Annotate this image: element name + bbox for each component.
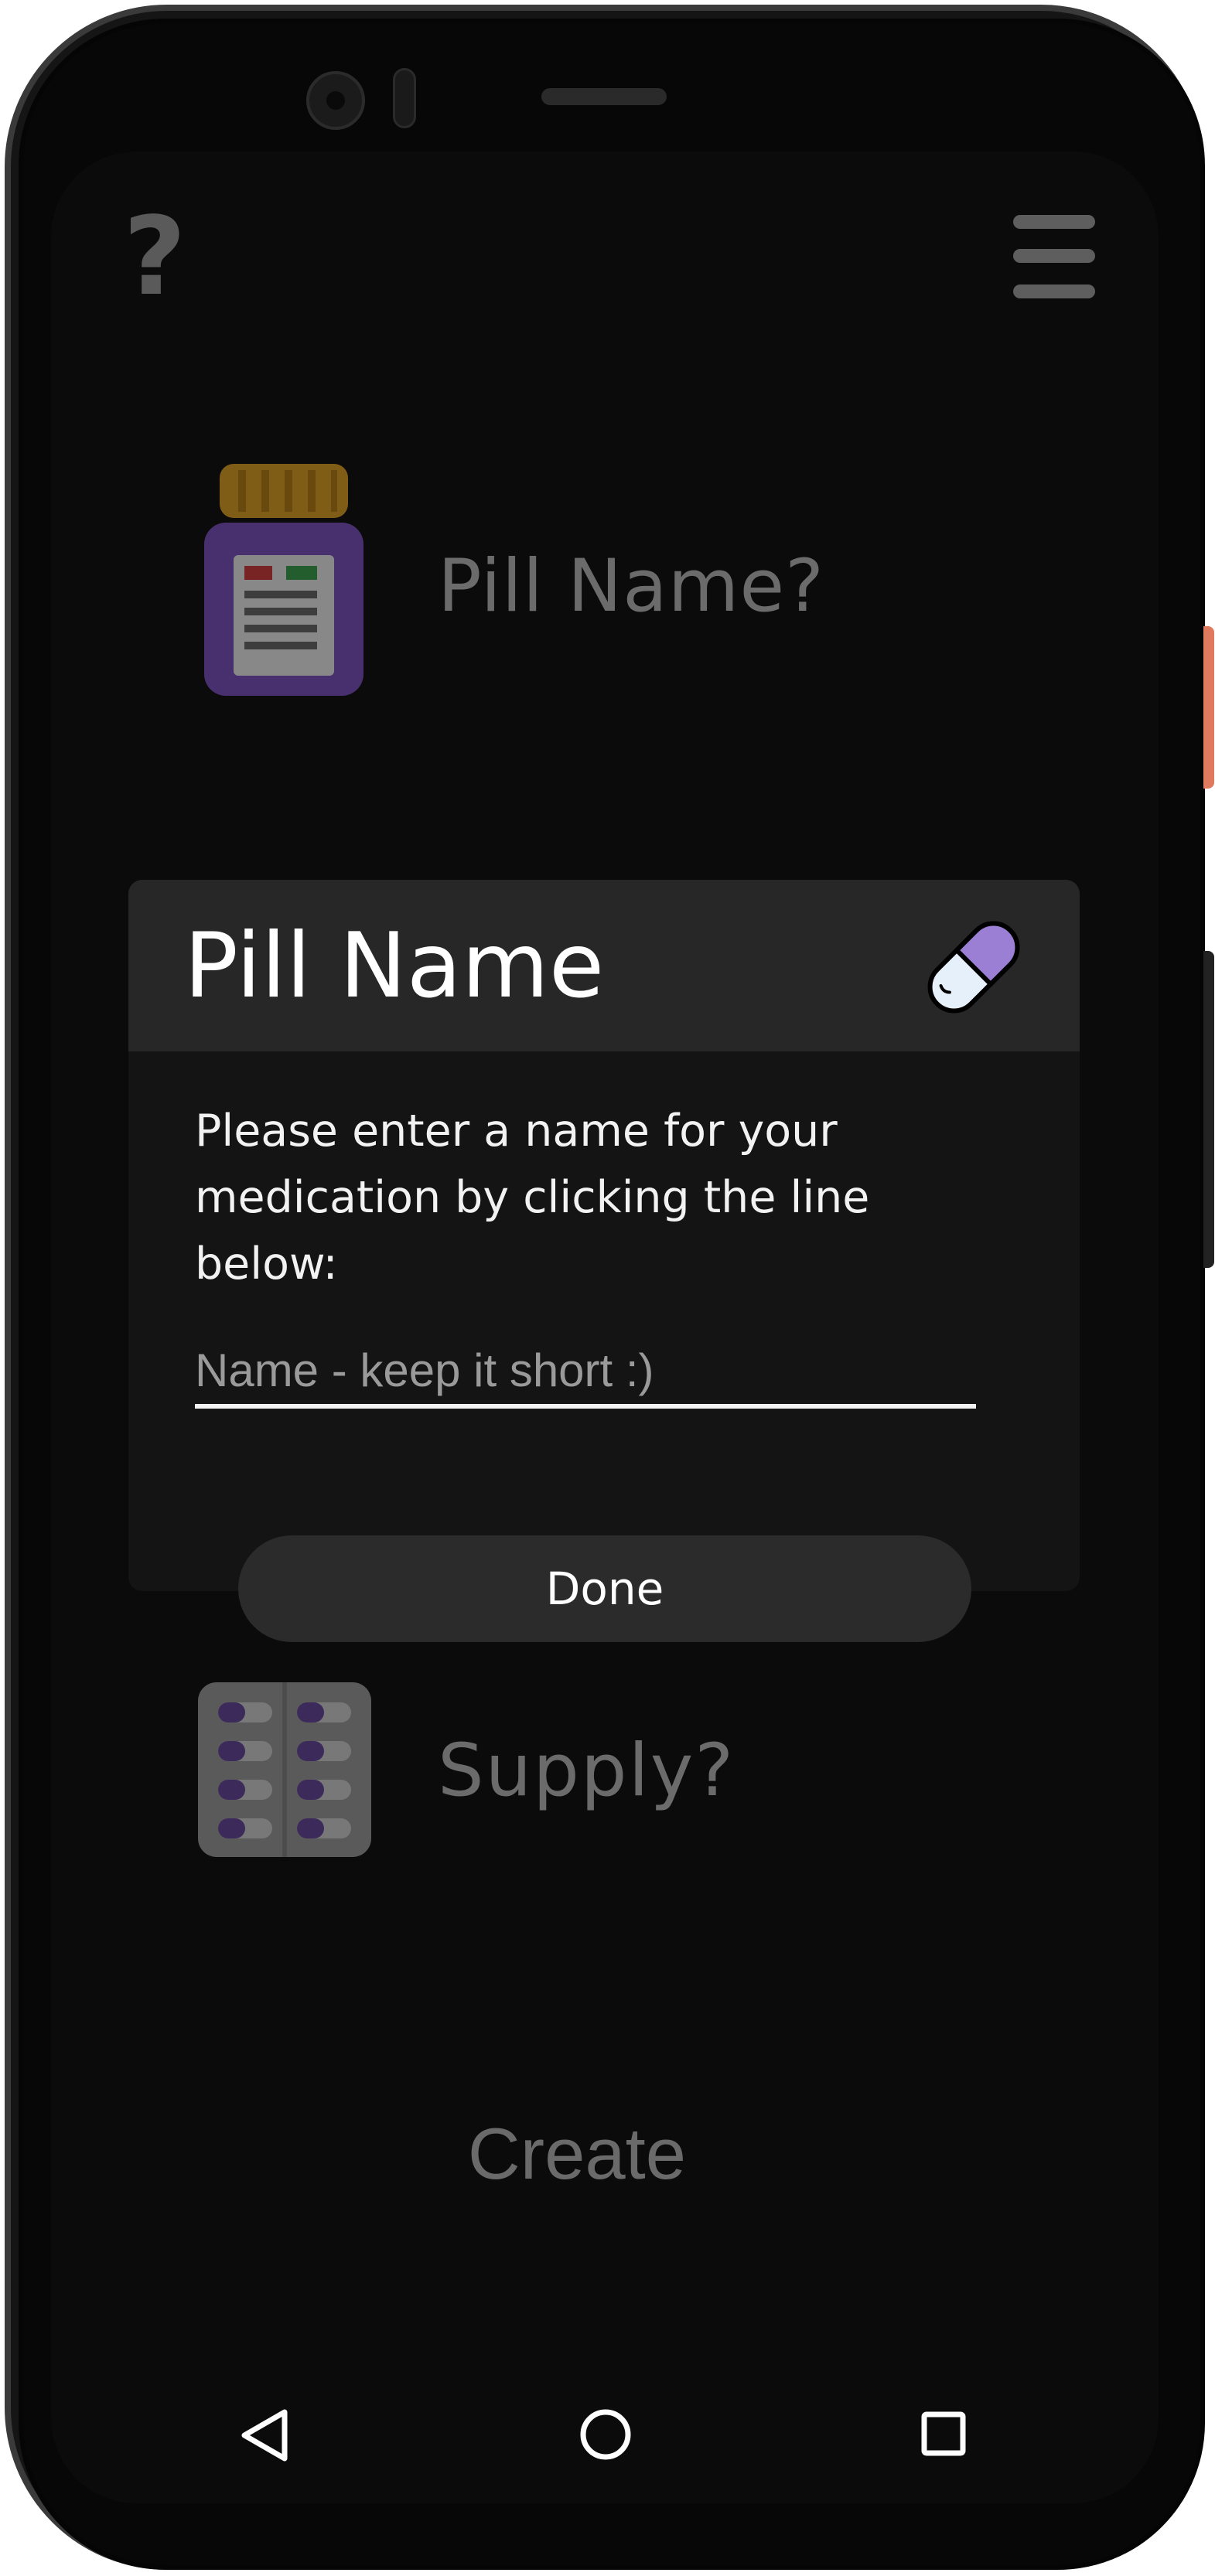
menu-bar [1013, 285, 1095, 298]
pill-name-prompt[interactable]: Pill Name? [438, 544, 824, 629]
supply-prompt[interactable]: Supply? [438, 1729, 735, 1813]
front-camera [306, 71, 365, 130]
phone-frame: ? Pill Name? Pill Name Please enter a na… [0, 0, 1215, 2576]
app-screen: ? Pill Name? Pill Name Please enter a na… [51, 152, 1159, 2503]
back-triangle-icon[interactable] [238, 2407, 292, 2463]
create-button[interactable]: Create [360, 2092, 794, 2216]
recents-square-icon[interactable] [920, 2411, 967, 2457]
dialog-title: Pill Name [184, 914, 605, 1018]
earpiece-speaker [541, 88, 667, 105]
dialog-message: Please enter a name for your medication … [195, 1106, 870, 1290]
pill-name-dialog: Pill Name Please enter a name for your m… [128, 880, 1080, 1591]
capsule-icon [927, 921, 1020, 1014]
power-button [1203, 626, 1214, 789]
home-circle-icon[interactable] [578, 2407, 633, 2462]
done-button[interactable]: Done [238, 1535, 971, 1642]
blister-pack-icon[interactable] [198, 1682, 371, 1857]
menu-bar [1013, 249, 1095, 263]
question-mark-icon[interactable]: ? [116, 203, 193, 312]
volume-button [1203, 951, 1214, 1268]
proximity-sensor [393, 68, 416, 128]
pill-bottle-icon[interactable] [204, 464, 363, 696]
hamburger-menu-icon[interactable] [1013, 215, 1095, 298]
menu-bar [1013, 215, 1095, 229]
pill-name-input[interactable] [195, 1336, 976, 1409]
dialog-header: Pill Name [128, 880, 1080, 1051]
